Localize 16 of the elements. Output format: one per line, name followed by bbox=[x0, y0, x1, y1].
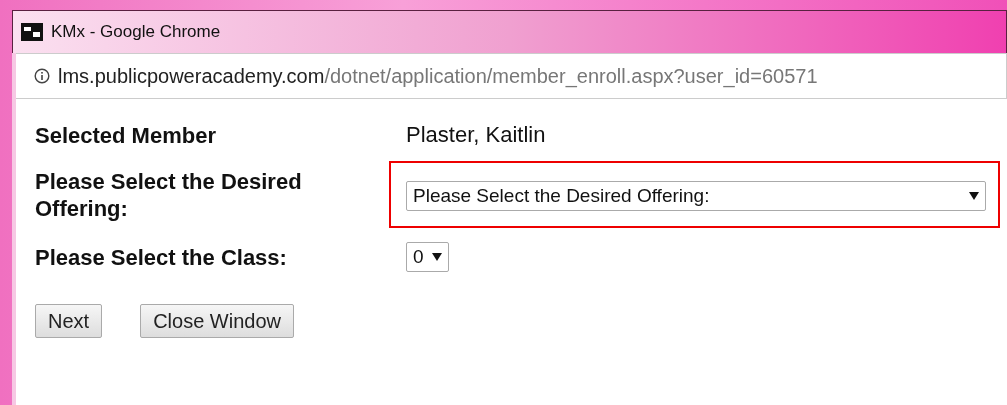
next-button[interactable]: Next bbox=[35, 304, 103, 338]
url-path: /dotnet/application/member_enroll.aspx?user_id=60571 bbox=[324, 64, 818, 88]
field-label: Please Select the Desired Offering: bbox=[35, 167, 303, 222]
window-title: KMx - Google Chrome bbox=[51, 22, 221, 42]
url-host: lms.publicpoweracademy.com bbox=[58, 64, 325, 87]
info-icon[interactable] bbox=[34, 68, 50, 84]
member-name: Plaster, Kaitlin bbox=[406, 122, 546, 148]
caret-icon bbox=[431, 253, 442, 261]
caret-icon bbox=[969, 192, 979, 200]
address-bar[interactable]: lms.publicpoweracademy.com/dotnet/application/member_enroll.aspx?user_id=60571 bbox=[16, 53, 1007, 99]
close-window-button[interactable]: Close Window bbox=[140, 304, 294, 338]
offering-dropdown[interactable]: Please Select the Desired Offering: bbox=[406, 181, 986, 211]
app-logo-icon bbox=[21, 23, 43, 41]
field-label: Please Select the Class: bbox=[35, 243, 288, 271]
field-label: Selected Member bbox=[35, 121, 217, 149]
class-dropdown[interactable]: 0 bbox=[406, 242, 449, 272]
